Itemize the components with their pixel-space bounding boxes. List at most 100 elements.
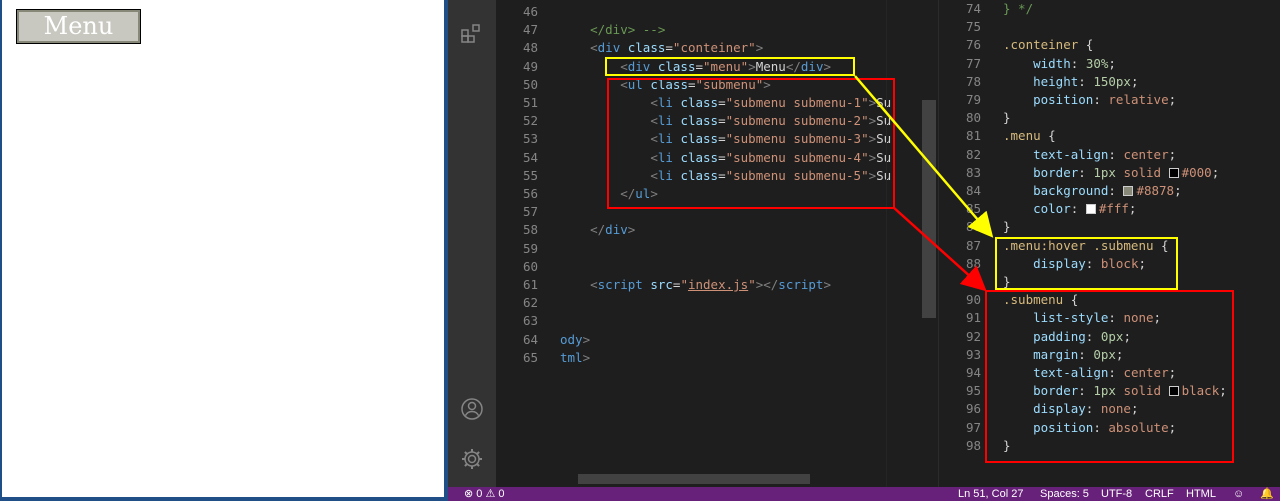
- code-text: <li class="submenu submenu-2">Su: [650, 113, 892, 129]
- code-line[interactable]: 85 color: #fff;: [939, 200, 1280, 218]
- code-line[interactable]: 65 tml>: [496, 349, 938, 367]
- code-text: <li class="submenu submenu-4">Su: [650, 149, 892, 165]
- horizontal-scrollbar[interactable]: [578, 474, 810, 484]
- menu-label: Menu: [43, 12, 114, 40]
- code-line[interactable]: 63: [496, 312, 938, 330]
- code-line[interactable]: 95 border: 1px solid black;: [939, 382, 1280, 400]
- code-text: padding: 0px;: [1033, 328, 1131, 344]
- line-number: 52: [522, 113, 538, 129]
- account-icon[interactable]: [460, 397, 484, 421]
- code-line[interactable]: 97 position: absolute;: [939, 419, 1280, 437]
- line-number: 78: [965, 73, 981, 89]
- code-line[interactable]: 98}: [939, 437, 1280, 455]
- code-line[interactable]: 50 <ul class="submenu">: [496, 76, 938, 94]
- encoding-setting[interactable]: UTF-8: [1101, 487, 1132, 501]
- code-line[interactable]: 47 </div> -->: [496, 21, 938, 39]
- code-line[interactable]: 62: [496, 294, 938, 312]
- code-line[interactable]: 64 ody>: [496, 331, 938, 349]
- line-number: 84: [965, 183, 981, 198]
- code-text: border: 1px solid black;: [1033, 383, 1227, 399]
- code-line[interactable]: 46: [496, 3, 938, 21]
- code-line[interactable]: 60: [496, 258, 938, 276]
- code-line[interactable]: 84 background: #8878;: [939, 182, 1280, 200]
- code-line[interactable]: 93 margin: 0px;: [939, 346, 1280, 364]
- code-line[interactable]: 94 text-align: center;: [939, 364, 1280, 382]
- code-line[interactable]: 48 <div class="conteiner">: [496, 39, 938, 57]
- cursor-position[interactable]: Ln 51, Col 27: [958, 487, 1023, 501]
- line-number: 90: [965, 292, 981, 308]
- code-line[interactable]: 52 <li class="submenu submenu-2">Su: [496, 112, 938, 130]
- code-line[interactable]: 76 .conteiner {: [939, 36, 1280, 54]
- extensions-icon[interactable]: [460, 22, 484, 46]
- code-line[interactable]: 61 <script src="index.js"></script>: [496, 276, 938, 294]
- code-text: position: absolute;: [1033, 419, 1177, 435]
- code-line[interactable]: 86}: [939, 218, 1280, 236]
- line-number: 47: [522, 22, 538, 38]
- line-number: 98: [965, 437, 981, 453]
- line-number: 76: [965, 37, 981, 53]
- line-number: 55: [522, 167, 538, 183]
- line-number: 93: [965, 346, 981, 362]
- code-text: <div class="menu">Menu</div>: [620, 58, 831, 74]
- line-number: 85: [965, 201, 981, 217]
- code-line[interactable]: 79 position: relative;: [939, 91, 1280, 109]
- notifications-bell-icon[interactable]: 🔔: [1260, 487, 1274, 501]
- code-line[interactable]: 58 </div>: [496, 221, 938, 239]
- indentation-setting[interactable]: Spaces: 5: [1040, 487, 1089, 501]
- eol-setting[interactable]: CRLF: [1145, 487, 1174, 501]
- code-text: tml>: [560, 349, 591, 365]
- line-number: 81: [965, 128, 981, 144]
- settings-gear-icon[interactable]: [460, 447, 484, 471]
- line-number: 94: [965, 365, 981, 380]
- line-number: 58: [522, 222, 538, 238]
- code-line[interactable]: 96 display: none;: [939, 400, 1280, 418]
- code-line[interactable]: 78 height: 150px;: [939, 73, 1280, 91]
- vertical-scrollbar[interactable]: [922, 100, 936, 318]
- code-line[interactable]: 74} */: [939, 0, 1280, 18]
- code-line[interactable]: 90 .submenu {: [939, 291, 1280, 309]
- code-line[interactable]: 82 text-align: center;: [939, 146, 1280, 164]
- code-line[interactable]: 55 <li class="submenu submenu-5">Su: [496, 167, 938, 185]
- code-text: }: [1003, 437, 1011, 453]
- code-line[interactable]: 49 <div class="menu">Menu</div>: [496, 58, 938, 76]
- code-text: border: 1px solid #000;: [1033, 164, 1220, 180]
- code-text: height: 150px;: [1033, 73, 1139, 89]
- feedback-icon[interactable]: ☺: [1233, 487, 1244, 501]
- code-line[interactable]: 89}: [939, 273, 1280, 291]
- code-text: .menu:hover .submenu {: [1003, 237, 1169, 253]
- line-number: 96: [965, 401, 981, 417]
- menu-element[interactable]: Menu: [16, 9, 141, 44]
- code-line[interactable]: 91 list-style: none;: [939, 309, 1280, 327]
- code-text: .menu {: [1003, 128, 1056, 144]
- language-mode[interactable]: HTML: [1186, 487, 1216, 501]
- problems-indicator[interactable]: ⊗ 0 ⚠ 0: [464, 487, 504, 501]
- code-line[interactable]: 59: [496, 240, 938, 258]
- code-line[interactable]: 57: [496, 203, 938, 221]
- line-number: 51: [522, 95, 538, 110]
- code-line[interactable]: 92 padding: 0px;: [939, 328, 1280, 346]
- editor-pane-css[interactable]: 74} */75 76 .conteiner {77 width: 30%; 78 h…: [939, 0, 1280, 487]
- code-text: ody>: [560, 331, 591, 347]
- code-line[interactable]: 51 <li class="submenu submenu-1">Su: [496, 94, 938, 112]
- code-line[interactable]: 80}: [939, 109, 1280, 127]
- editor-pane-html[interactable]: 46 47 </div> --> 48 <div class="conteiner"…: [496, 0, 938, 487]
- line-number: 74: [965, 1, 981, 16]
- line-number: 64: [522, 331, 538, 347]
- code-line[interactable]: 75: [939, 18, 1280, 36]
- code-line[interactable]: 81 .menu {: [939, 127, 1280, 145]
- line-number: 88: [965, 255, 981, 271]
- code-text: <li class="submenu submenu-5">Su: [650, 167, 892, 183]
- line-number: 82: [965, 146, 981, 162]
- code-line[interactable]: 87 .menu:hover .submenu {: [939, 237, 1280, 255]
- code-line[interactable]: 83 border: 1px solid #000;: [939, 164, 1280, 182]
- code-text: </div> -->: [560, 22, 666, 38]
- code-text: width: 30%;: [1033, 55, 1116, 71]
- line-number: 59: [522, 240, 538, 256]
- code-line[interactable]: 53 <li class="submenu submenu-3">Su: [496, 130, 938, 148]
- code-line[interactable]: 88 display: block;: [939, 255, 1280, 273]
- code-line[interactable]: 77 width: 30%;: [939, 55, 1280, 73]
- code-line[interactable]: 56 </ul>: [496, 185, 938, 203]
- code-line[interactable]: 54 <li class="submenu submenu-4">Su: [496, 149, 938, 167]
- line-number: 92: [965, 328, 981, 344]
- activity-bar: [448, 0, 496, 487]
